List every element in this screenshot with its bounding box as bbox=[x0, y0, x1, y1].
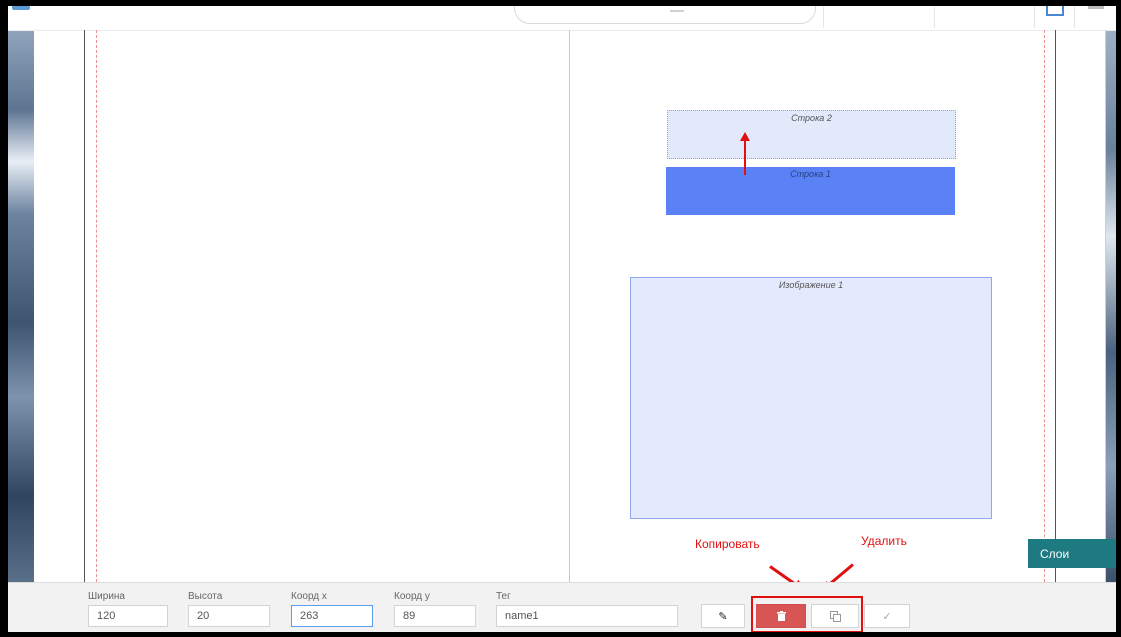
confirm-button[interactable]: ✓ bbox=[864, 604, 910, 628]
toolbar-divider bbox=[1034, 6, 1035, 28]
page-border-right bbox=[1055, 30, 1056, 582]
canvas-element-row-2[interactable]: Строка 2 bbox=[667, 110, 956, 159]
x-input[interactable] bbox=[291, 605, 373, 627]
margin-guide-left bbox=[96, 30, 97, 582]
width-label: Ширина bbox=[88, 591, 125, 602]
element-label: Строка 1 bbox=[790, 169, 831, 179]
background-image-right bbox=[1106, 6, 1116, 582]
y-field-group: Коорд y bbox=[394, 591, 476, 627]
preview-icon[interactable] bbox=[1046, 6, 1064, 16]
page-border-outer bbox=[1105, 30, 1106, 582]
background-image-left bbox=[8, 6, 34, 582]
toolbar-divider bbox=[1074, 6, 1075, 28]
tag-field-group: Тег bbox=[496, 591, 678, 627]
element-label: Изображение 1 bbox=[778, 280, 844, 290]
height-label: Высота bbox=[188, 591, 223, 602]
margin-guide-right bbox=[1044, 30, 1045, 582]
editor-window: Строка 2 Строка 1 Изображение 1 Копирова… bbox=[8, 6, 1116, 632]
canvas-element-row-1[interactable]: Строка 1 bbox=[666, 167, 955, 215]
element-label: Строка 2 bbox=[791, 113, 832, 123]
check-icon: ✓ bbox=[882, 610, 892, 623]
top-toolbar bbox=[8, 6, 1116, 31]
layers-button[interactable]: Слои bbox=[1028, 539, 1116, 568]
search-field[interactable] bbox=[514, 6, 816, 24]
copy-annotation: Копировать bbox=[695, 537, 760, 551]
search-placeholder-fragment bbox=[670, 10, 684, 12]
delete-annotation: Удалить bbox=[861, 534, 907, 548]
move-up-arrow-annotation bbox=[740, 132, 750, 175]
y-input[interactable] bbox=[394, 605, 476, 627]
tag-input[interactable] bbox=[496, 605, 678, 627]
height-input[interactable] bbox=[188, 605, 270, 627]
y-label: Коорд y bbox=[394, 591, 430, 602]
page-border-left bbox=[84, 30, 85, 582]
highlight-box-annotation bbox=[751, 596, 863, 632]
width-field-group: Ширина bbox=[88, 591, 168, 627]
app-logo[interactable] bbox=[12, 6, 30, 10]
edit-button[interactable]: ✎ bbox=[701, 604, 745, 628]
canvas-element-image-1[interactable]: Изображение 1 bbox=[630, 277, 992, 519]
pencil-icon: ✎ bbox=[718, 610, 728, 623]
x-label: Коорд x bbox=[291, 591, 327, 602]
height-field-group: Высота bbox=[188, 591, 270, 627]
toolbar-divider bbox=[823, 6, 824, 28]
x-field-group: Коорд x bbox=[291, 591, 373, 627]
width-input[interactable] bbox=[88, 605, 168, 627]
properties-bar: Ширина Высота Коорд x Коорд y Тег bbox=[8, 582, 1116, 632]
toolbar-divider bbox=[934, 6, 935, 28]
page-spread-divider bbox=[569, 30, 570, 582]
toolbar-menu-text[interactable] bbox=[1088, 6, 1104, 9]
tag-label: Тег bbox=[496, 591, 511, 602]
